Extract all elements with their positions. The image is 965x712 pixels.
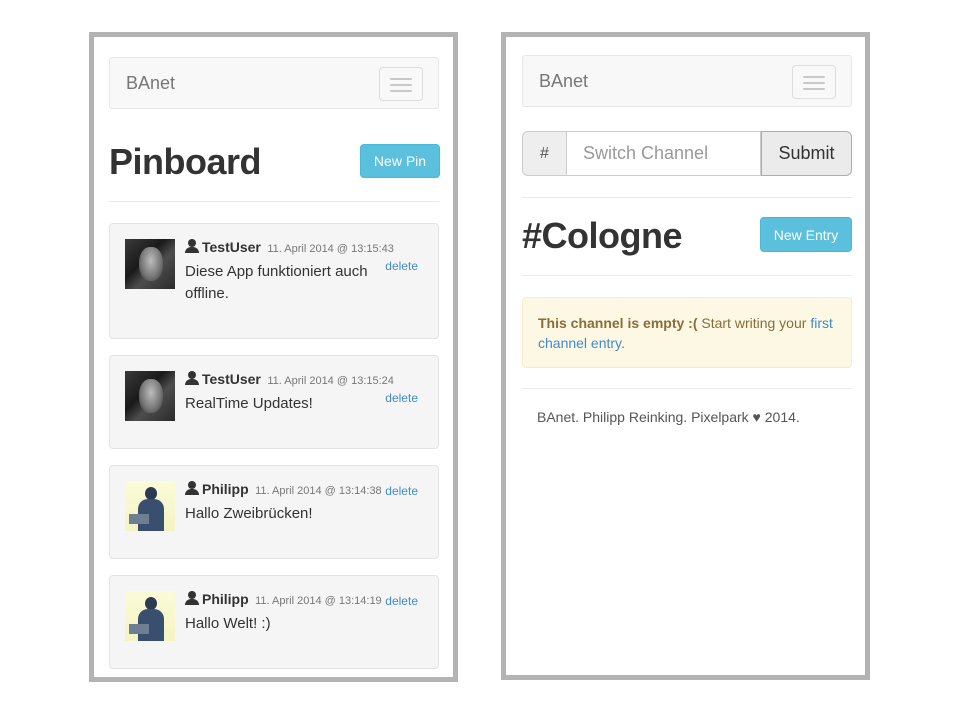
pin-username: TestUser	[202, 371, 261, 387]
avatar	[125, 239, 175, 289]
pin-username: TestUser	[202, 239, 261, 255]
user-icon	[185, 371, 199, 385]
delete-link[interactable]: delete	[385, 391, 418, 405]
empty-channel-alert: This channel is empty :( Start writing y…	[522, 297, 852, 368]
pin-timestamp: 11. April 2014 @ 13:14:19	[255, 595, 382, 607]
pin-timestamp: 11. April 2014 @ 13:15:24	[267, 375, 394, 387]
navbar-brand[interactable]: BAnet	[539, 71, 588, 92]
pin-timestamp: 11. April 2014 @ 13:14:38	[255, 485, 382, 497]
divider	[522, 388, 852, 389]
pin-text: Diese App funktioniert auch offline.	[185, 263, 368, 302]
new-pin-button[interactable]: New Pin	[360, 144, 440, 178]
channel-title: #Cologne	[522, 215, 683, 256]
pin-card: Philipp 11. April 2014 @ 13:14:19 delete…	[109, 575, 439, 669]
user-icon	[185, 591, 199, 605]
pinboard-screen: BAnet Pinboard New Pin TestUser 11. Apri…	[89, 32, 458, 682]
submit-button[interactable]: Submit	[761, 131, 852, 176]
hamburger-icon	[390, 78, 412, 80]
pin-header: Philipp 11. April 2014 @ 13:14:38	[185, 481, 382, 499]
pin-header: Philipp 11. April 2014 @ 13:14:19	[185, 591, 382, 609]
pin-header: TestUser 11. April 2014 @ 13:15:24	[185, 371, 394, 389]
alert-text: Start writing your	[697, 315, 811, 331]
pin-card: TestUser 11. April 2014 @ 13:15:24 delet…	[109, 355, 439, 449]
navbar: BAnet	[522, 55, 852, 107]
pin-text: RealTime Updates!	[185, 395, 313, 412]
divider	[522, 275, 852, 276]
channel-switch-form: # Submit	[522, 131, 852, 176]
hash-addon: #	[522, 131, 566, 176]
avatar	[125, 371, 175, 421]
pin-card: TestUser 11. April 2014 @ 13:15:43 delet…	[109, 223, 439, 339]
alert-strong: This channel is empty :(	[538, 315, 698, 331]
footer: BAnet. Philipp Reinking. Pixelpark ♥ 201…	[537, 409, 800, 425]
delete-link[interactable]: delete	[385, 594, 418, 608]
pin-username: Philipp	[202, 591, 249, 607]
hamburger-icon	[803, 76, 825, 78]
channel-screen: BAnet # Submit #Cologne New Entry This c…	[501, 32, 870, 680]
menu-toggle-button[interactable]	[379, 67, 423, 101]
pin-timestamp: 11. April 2014 @ 13:15:43	[267, 243, 394, 255]
pin-username: Philipp	[202, 481, 249, 497]
divider	[109, 201, 439, 202]
navbar: BAnet	[109, 57, 439, 109]
avatar	[125, 481, 175, 531]
hamburger-icon	[803, 82, 825, 84]
page-title: Pinboard	[109, 141, 262, 182]
hamburger-icon	[390, 90, 412, 92]
pin-text: Hallo Welt! :)	[185, 615, 271, 632]
navbar-brand[interactable]: BAnet	[126, 73, 175, 94]
pin-header: TestUser 11. April 2014 @ 13:15:43	[185, 239, 394, 257]
delete-link[interactable]: delete	[385, 259, 418, 273]
new-entry-button[interactable]: New Entry	[760, 217, 852, 252]
hamburger-icon	[390, 84, 412, 86]
user-icon	[185, 481, 199, 495]
avatar	[125, 591, 175, 641]
divider	[522, 197, 852, 198]
delete-link[interactable]: delete	[385, 484, 418, 498]
user-icon	[185, 239, 199, 253]
pin-card: Philipp 11. April 2014 @ 13:14:38 delete…	[109, 465, 439, 559]
alert-end: .	[621, 335, 625, 351]
pin-text: Hallo Zweibrücken!	[185, 505, 313, 522]
menu-toggle-button[interactable]	[792, 65, 836, 99]
channel-input[interactable]	[566, 131, 761, 176]
hamburger-icon	[803, 88, 825, 90]
